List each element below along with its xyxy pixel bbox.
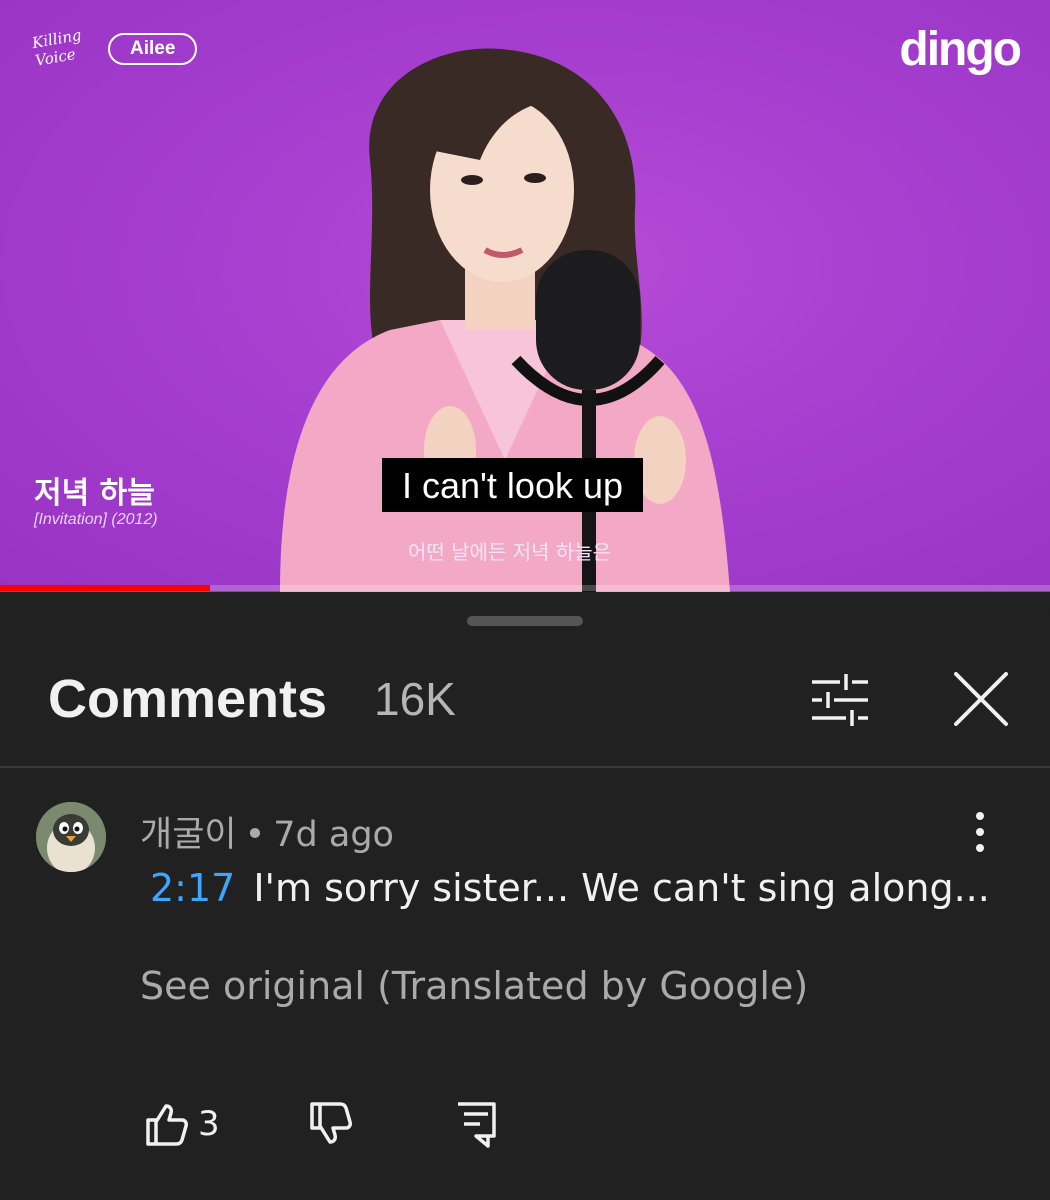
avatar[interactable] (36, 802, 106, 872)
video-caption: I can't look up (382, 458, 644, 512)
comment-text: I'm sorry sister... We can't sing along.… (253, 866, 990, 910)
header-divider (0, 766, 1050, 768)
comments-title: Comments (48, 669, 328, 729)
thumbs-up-icon (146, 1104, 188, 1146)
comment-timestamp-link[interactable]: 2:17 (150, 866, 235, 910)
video-player[interactable]: Killing Voice Ailee dingo 저녁 하늘 [Invitat… (0, 0, 1050, 592)
song-title: 저녁 하늘 (34, 476, 155, 511)
song-subtitle: [Invitation] (2012) (34, 511, 158, 528)
penguin-avatar-icon (36, 802, 106, 872)
reply-comment-icon (458, 1102, 496, 1148)
close-icon (954, 672, 1008, 726)
video-progress-fill (0, 585, 210, 591)
meta-separator: • (244, 815, 266, 855)
see-original-link[interactable]: See original (Translated by Google) (140, 964, 808, 1008)
comments-panel: Comments 16K 개굴이 • 7d ago 2:17 I'm sorry… (0, 592, 1050, 1200)
thumbs-down-icon (310, 1102, 352, 1144)
korean-subtitle: 어떤 날에든 저녁 하늘은 (408, 540, 612, 564)
comments-count: 16K (374, 673, 456, 725)
killing-voice-script: Killing Voice (30, 25, 83, 70)
comment-menu-button[interactable] (960, 804, 1000, 864)
close-comments-button[interactable] (948, 666, 1014, 732)
like-button[interactable]: 3 (140, 1096, 230, 1156)
comment-meta: 개굴이 • 7d ago (140, 806, 394, 857)
channel-logo: dingo (899, 23, 1022, 76)
sort-filter-button[interactable] (808, 672, 872, 728)
video-progress-bar[interactable] (0, 585, 1050, 591)
killing-voice-logo: Killing Voice Ailee (31, 26, 204, 72)
comment-body: 2:17 I'm sorry sister... We can't sing al… (150, 866, 990, 910)
like-count: 3 (198, 1104, 220, 1144)
comment-time: 7d ago (273, 815, 394, 855)
filter-icon (812, 674, 868, 726)
more-vertical-icon (976, 812, 984, 852)
reply-button[interactable] (446, 1096, 506, 1156)
drag-handle[interactable] (467, 616, 583, 626)
comment-author[interactable]: 개굴이 (140, 815, 237, 855)
artist-name-badge: Ailee (108, 33, 198, 65)
dislike-button[interactable] (300, 1096, 360, 1156)
